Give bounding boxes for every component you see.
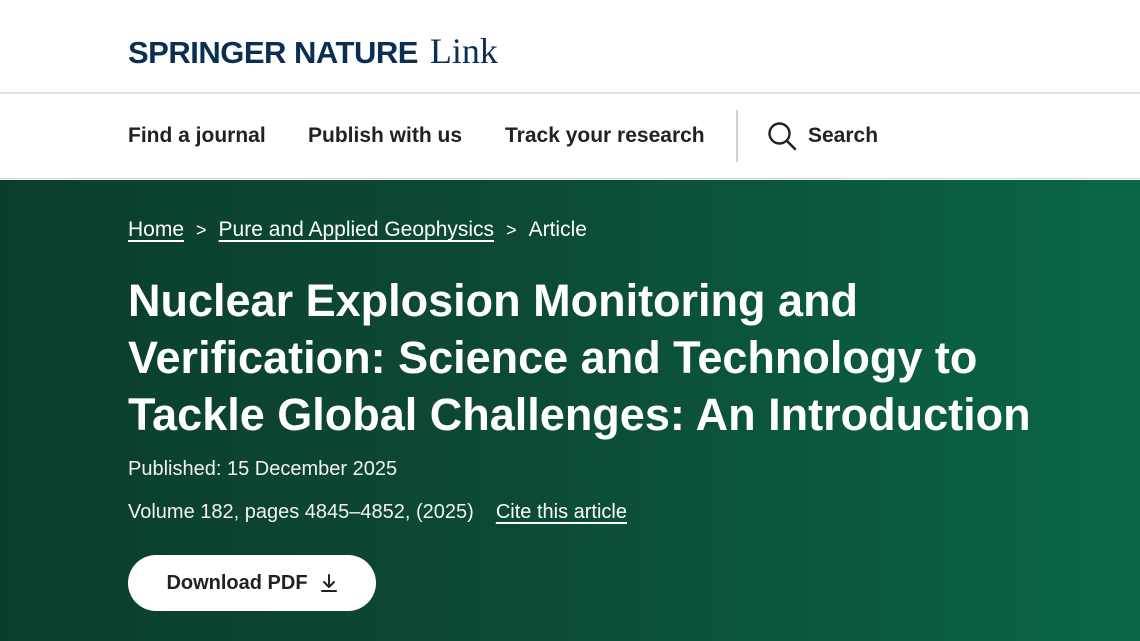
volume-pages: Volume 182, pages 4845–4852, (2025) (128, 501, 474, 523)
article-title-line: Verification: Science and Technology to (128, 332, 978, 383)
logo-product-text: Link (429, 31, 498, 71)
cite-this-article-link[interactable]: Cite this article (496, 501, 627, 524)
chevron-right-icon: > (196, 219, 207, 240)
logo-bar: SPRINGER NATURE Link (0, 0, 1140, 94)
article-title: Nuclear Explosion Monitoring and Verific… (128, 272, 1118, 443)
main-nav: Find a journal Publish with us Track you… (0, 96, 1140, 179)
published-date: Published: 15 December 2025 (128, 458, 398, 480)
article-title-line: Tackle Global Challenges: An Introductio… (128, 389, 1031, 440)
search-icon (768, 122, 797, 151)
breadcrumb: Home > Pure and Applied Geophysics > Art… (128, 218, 587, 242)
search-button[interactable]: Search (766, 120, 878, 152)
download-pdf-button[interactable]: Download PDF (128, 555, 376, 611)
article-hero: Home > Pure and Applied Geophysics > Art… (0, 180, 1140, 641)
article-title-line: Nuclear Explosion Monitoring and (128, 275, 859, 326)
volume-info: Volume 182, pages 4845–4852, (2025) Cite… (128, 501, 627, 524)
breadcrumb-current: Article (528, 218, 587, 241)
search-label: Search (808, 124, 879, 147)
download-icon (320, 574, 337, 592)
logo-brand-text: SPRINGER NATURE (128, 35, 418, 70)
nav-publish-with-us[interactable]: Publish with us (308, 124, 462, 148)
nav-divider (736, 110, 738, 162)
breadcrumb-journal[interactable]: Pure and Applied Geophysics (219, 218, 495, 242)
nav-find-a-journal[interactable]: Find a journal (128, 124, 266, 148)
chevron-right-icon: > (506, 219, 517, 240)
nav-track-your-research[interactable]: Track your research (505, 124, 705, 148)
breadcrumb-home[interactable]: Home (128, 218, 184, 242)
download-pdf-label: Download PDF (166, 571, 308, 594)
springer-nature-link-logo[interactable]: SPRINGER NATURE Link (128, 30, 498, 72)
